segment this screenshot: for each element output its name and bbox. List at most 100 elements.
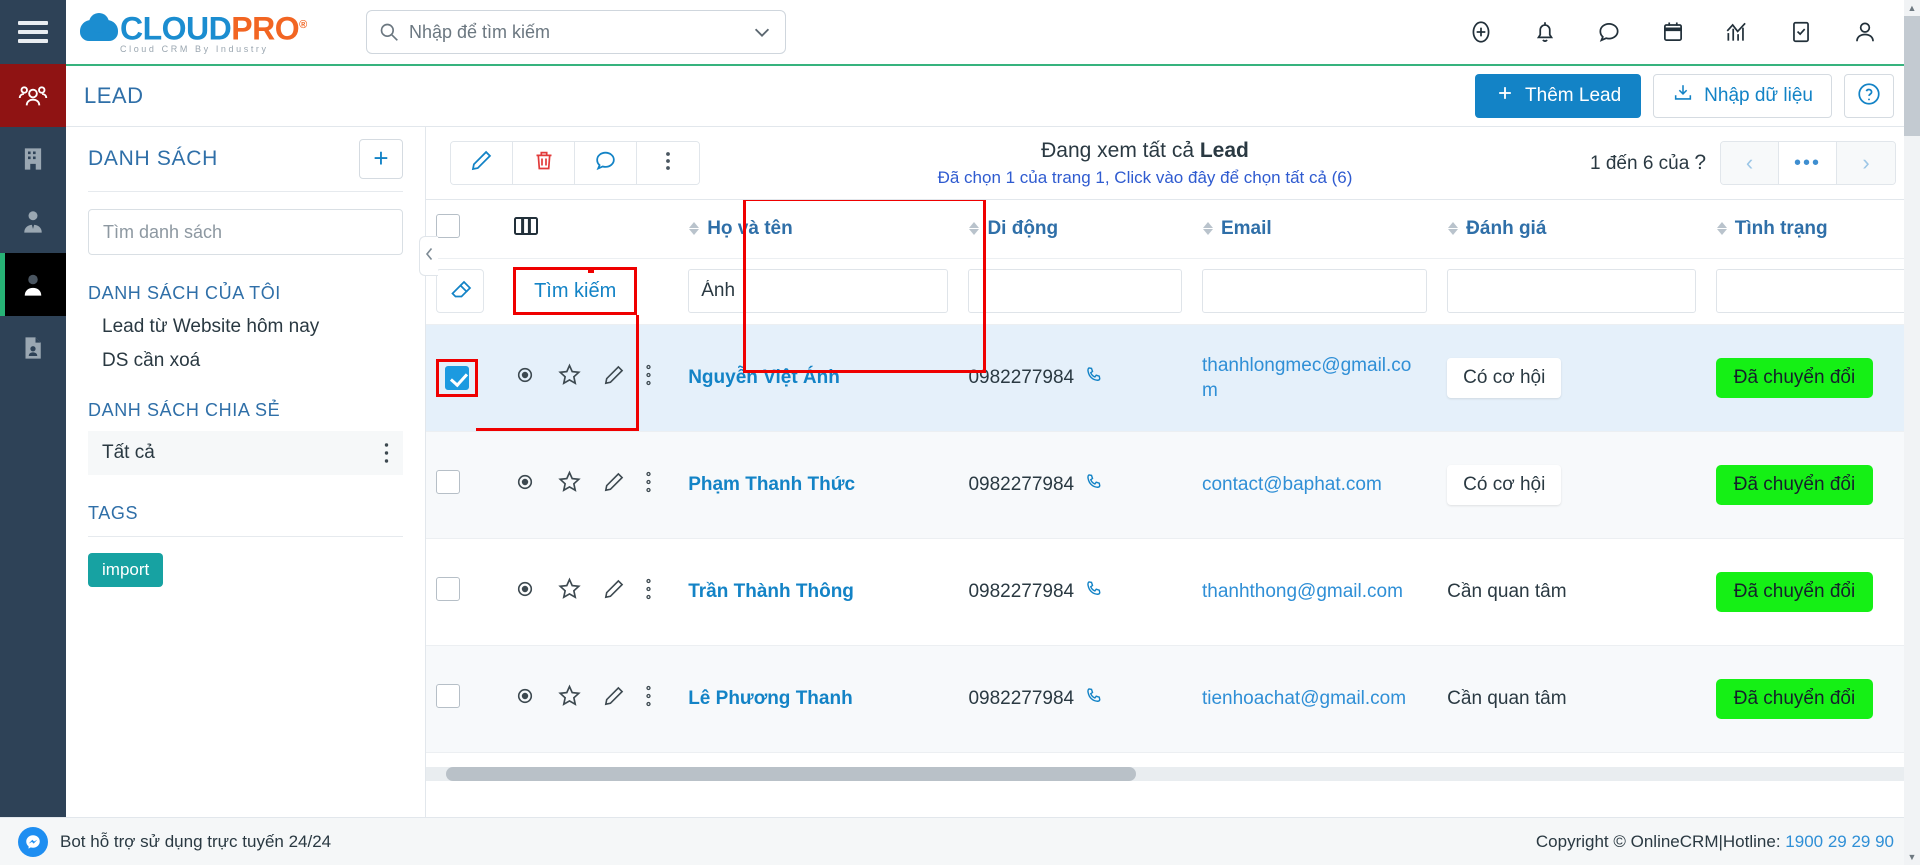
comment-button[interactable] <box>575 142 637 184</box>
plus-circle-icon[interactable] <box>1468 19 1494 45</box>
sidebar-item-contacts[interactable] <box>0 190 66 253</box>
chevron-down-icon[interactable] <box>751 21 773 43</box>
column-header-rating[interactable]: Đánh giá <box>1437 200 1706 259</box>
filter-name-input[interactable] <box>688 269 949 313</box>
kebab-menu-icon[interactable] <box>646 685 651 713</box>
filter-rating-input[interactable] <box>1447 269 1696 313</box>
kebab-menu-icon[interactable] <box>646 471 651 499</box>
sidebar-collapse-button[interactable] <box>419 236 438 276</box>
eye-icon[interactable] <box>513 363 537 393</box>
row-email-cell: contact@baphat.com <box>1191 431 1438 539</box>
row-checkbox[interactable] <box>445 365 469 390</box>
filter-status-input[interactable] <box>1715 269 1920 313</box>
pager-prev-button[interactable]: ‹ <box>1721 142 1779 184</box>
star-icon[interactable] <box>557 576 582 607</box>
lead-email-link[interactable]: contact@baphat.com <box>1202 474 1382 495</box>
row-select-cell <box>426 538 504 646</box>
bell-icon[interactable] <box>1532 19 1558 45</box>
star-icon[interactable] <box>557 683 582 714</box>
pencil-icon[interactable] <box>602 470 626 500</box>
eye-icon[interactable] <box>513 470 537 500</box>
tag-import[interactable]: import <box>88 553 164 587</box>
more-actions-button[interactable] <box>637 142 699 184</box>
phone-icon[interactable] <box>1084 579 1104 605</box>
lead-name-link[interactable]: Nguyễn Việt Ánh <box>688 367 840 388</box>
table-row[interactable]: Phạm Thanh Thức 0982277984 contact@bapha… <box>426 431 1920 539</box>
add-lead-button[interactable]: Thêm Lead <box>1475 74 1642 118</box>
column-header-name[interactable]: Họ và tên <box>678 200 959 259</box>
lead-name-link[interactable]: Trần Thành Thông <box>688 581 854 602</box>
table-row[interactable]: Lê Phương Thanh 0982277984 tienhoachat@g… <box>426 645 1920 753</box>
lead-email-link[interactable]: thanhthong@gmail.com <box>1202 581 1403 602</box>
table-row[interactable]: Nguyễn Việt Ánh 0982277984 thanhlongmec@… <box>426 324 1920 432</box>
star-icon[interactable] <box>557 469 582 500</box>
menu-toggle-button[interactable] <box>0 0 66 64</box>
eye-icon[interactable] <box>513 684 537 714</box>
chat-bubble-icon[interactable] <box>1596 19 1622 45</box>
column-header-mobile[interactable]: Di động <box>958 200 1192 259</box>
task-check-icon[interactable] <box>1788 19 1814 45</box>
search-filter-label: Tìm kiếm <box>534 279 617 302</box>
sidebar-item-leads[interactable] <box>0 64 66 127</box>
app-logo[interactable]: CLOUDPRO® Cloud CRM By Industry <box>66 10 366 54</box>
list-search-input[interactable] <box>88 209 403 255</box>
kebab-menu-icon[interactable] <box>646 578 651 606</box>
sort-icon <box>1716 221 1728 236</box>
scroll-thumb[interactable] <box>1904 16 1920 136</box>
scroll-down-arrow[interactable]: ▼ <box>1904 849 1920 865</box>
pencil-icon[interactable] <box>602 363 626 393</box>
pencil-icon[interactable] <box>602 577 626 607</box>
star-icon[interactable] <box>557 362 582 393</box>
group-people-icon <box>18 85 48 105</box>
delete-button[interactable] <box>513 142 575 184</box>
list-item-to-delete[interactable]: DS cần xoá <box>88 338 403 372</box>
table-row[interactable]: Trần Thành Thông 0982277984 thanhthong@g… <box>426 538 1920 646</box>
pager-next-button[interactable]: › <box>1837 142 1895 184</box>
lead-name-link[interactable]: Lê Phương Thanh <box>688 688 852 709</box>
calendar-icon[interactable] <box>1660 19 1686 45</box>
list-item-all[interactable]: Tất cả <box>88 431 403 475</box>
row-checkbox[interactable] <box>436 576 460 601</box>
import-data-button[interactable]: Nhập dữ liệu <box>1653 74 1832 118</box>
list-item-website-leads[interactable]: Lead từ Website hôm nay <box>88 304 403 338</box>
kebab-menu-icon[interactable] <box>646 364 651 392</box>
sidebar-item-companies[interactable] <box>0 127 66 190</box>
sidebar-item-customers[interactable] <box>0 253 66 316</box>
lead-email-link[interactable]: tienhoachat@gmail.com <box>1202 688 1406 709</box>
filter-email-input[interactable] <box>1201 269 1428 313</box>
edit-button[interactable] <box>451 142 513 184</box>
sidebar-item-documents[interactable] <box>0 316 66 379</box>
search-box[interactable] <box>366 10 786 54</box>
column-header-email[interactable]: Email <box>1191 200 1438 259</box>
eye-icon[interactable] <box>513 577 537 607</box>
column-header-status[interactable]: Tình trạng <box>1705 200 1920 259</box>
lead-name-link[interactable]: Phạm Thanh Thức <box>688 474 855 495</box>
selection-note[interactable]: Đã chọn 1 của trang 1, Click vào đây để … <box>700 168 1590 188</box>
table-horizontal-scrollbar[interactable] <box>426 767 1920 781</box>
analytics-icon[interactable] <box>1724 19 1750 45</box>
pager-dots-button[interactable]: ••• <box>1779 142 1837 184</box>
row-checkbox[interactable] <box>436 683 460 708</box>
pencil-icon[interactable] <box>602 684 626 714</box>
kebab-menu-icon[interactable] <box>384 442 389 464</box>
column-layout-icon[interactable] <box>513 216 539 243</box>
search-input[interactable] <box>409 21 751 43</box>
phone-icon[interactable] <box>1084 365 1104 391</box>
messenger-icon[interactable] <box>18 826 48 857</box>
clear-filters-button[interactable] <box>436 269 484 313</box>
page-scrollbar[interactable]: ▲ ▼ <box>1904 0 1920 865</box>
phone-icon[interactable] <box>1084 472 1104 498</box>
select-all-checkbox[interactable] <box>436 213 460 238</box>
search-filter-button[interactable]: Tìm kiếm <box>513 267 638 315</box>
help-button[interactable] <box>1844 74 1894 118</box>
scroll-up-arrow[interactable]: ▲ <box>1904 0 1920 16</box>
lead-email-link[interactable]: thanhlongmec@gmail.com <box>1202 355 1411 401</box>
user-icon[interactable] <box>1852 19 1878 45</box>
row-checkbox[interactable] <box>436 469 460 494</box>
hotline-number[interactable]: 1900 29 29 90 <box>1785 832 1894 851</box>
divider <box>88 191 403 192</box>
filter-mobile-input[interactable] <box>968 269 1182 313</box>
cloud-icon <box>80 13 118 43</box>
add-list-button[interactable]: + <box>359 139 403 179</box>
phone-icon[interactable] <box>1084 686 1104 712</box>
